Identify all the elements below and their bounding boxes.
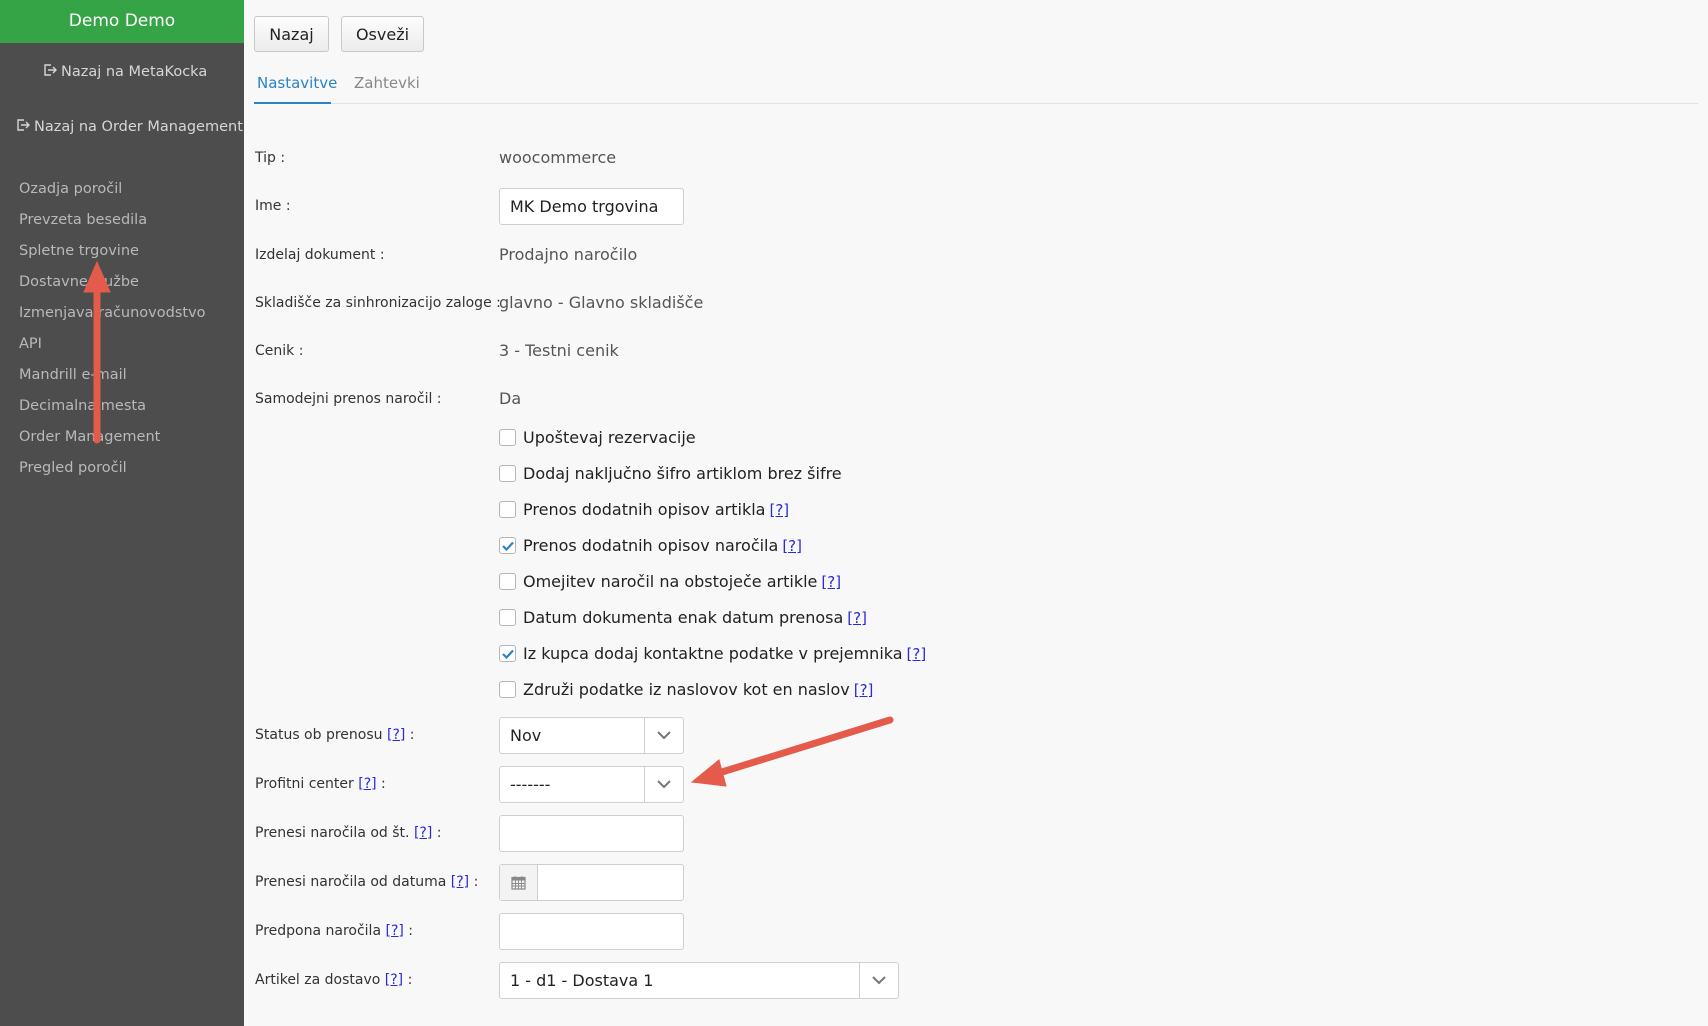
profit-center-select[interactable]: ------- — [499, 766, 684, 803]
sidebar-nav: Ozadja poročil Prevzeta besedila Spletne… — [19, 177, 206, 487]
delivery-item-select-value: 1 - d1 - Dostava 1 — [510, 971, 654, 990]
auto-transfer-value: Da — [499, 389, 522, 408]
sidebar-item-order-management[interactable]: Order Management — [19, 425, 206, 456]
main-content: Nazaj Osveži Nastavitve Zahtevki Tip : w… — [244, 0, 1708, 1026]
chevron-down-icon[interactable] — [644, 767, 683, 802]
active-tab-indicator — [254, 102, 331, 104]
order-prefix-label: Predpona naročila [?] : — [255, 923, 414, 939]
order-from-date-label: Prenesi naročila od datuma [?] : — [255, 874, 479, 890]
calendar-icon[interactable] — [500, 865, 538, 900]
option-checkbox-row[interactable]: Omejitev naročil na obstoječe artikle [?] — [499, 572, 841, 591]
order-from-date-input[interactable] — [499, 864, 684, 901]
order-prefix-input[interactable] — [499, 913, 684, 950]
back-link-label: Nazaj na MetaKocka — [61, 64, 208, 80]
profit-center-label: Profitni center [?] : — [255, 776, 386, 792]
order-from-number-label: Prenesi naročila od št. [?] : — [255, 825, 442, 841]
option-checkbox-row[interactable]: Upoštevaj rezervacije — [499, 428, 696, 447]
sidebar-item-prevzeta-besedila[interactable]: Prevzeta besedila — [19, 208, 206, 239]
checkbox-unchecked[interactable] — [499, 465, 516, 482]
help-link[interactable]: [?] — [782, 537, 802, 555]
tab-zahtevki[interactable]: Zahtevki — [354, 74, 420, 92]
chevron-down-icon[interactable] — [644, 718, 683, 753]
sidebar-item-pregled-porocil[interactable]: Pregled poročil — [19, 456, 206, 487]
pricelist-label: Cenik : — [255, 343, 304, 359]
checkbox-label: Omejitev naročil na obstoječe artikle — [523, 572, 818, 591]
profit-center-select-value: ------- — [510, 775, 551, 794]
sign-out-icon — [43, 63, 57, 77]
help-link[interactable]: [?] — [907, 645, 927, 663]
pricelist-value: 3 - Testni cenik — [499, 341, 619, 360]
checkbox-unchecked[interactable] — [499, 501, 516, 518]
sidebar-item-ozadja-porocil[interactable]: Ozadja poročil — [19, 177, 206, 208]
checkbox-label: Upoštevaj rezervacije — [523, 428, 696, 447]
chevron-down-icon[interactable] — [859, 963, 898, 998]
checkbox-unchecked[interactable] — [499, 429, 516, 446]
checkbox-unchecked[interactable] — [499, 681, 516, 698]
checkbox-label: Iz kupca dodaj kontaktne podatke v preje… — [523, 644, 903, 663]
status-label: Status ob prenosu [?] : — [255, 727, 415, 743]
option-checkbox-row[interactable]: Datum dokumenta enak datum prenosa [?] — [499, 608, 867, 627]
tab-label: Nastavitve — [257, 74, 338, 92]
checkbox-label: Dodaj naključno šifro artiklom brez šifr… — [523, 464, 842, 483]
help-link[interactable]: [?] — [387, 727, 405, 743]
refresh-button[interactable]: Osveži — [341, 16, 424, 52]
help-link[interactable]: [?] — [769, 501, 789, 519]
sidebar-item-dostavne-sluzbe[interactable]: Dostavne službe — [19, 270, 206, 301]
sidebar-header: Demo Demo — [0, 0, 244, 43]
check-icon — [501, 541, 514, 551]
back-button[interactable]: Nazaj — [254, 16, 329, 52]
checkbox-unchecked[interactable] — [499, 609, 516, 626]
tab-nastavitve[interactable]: Nastavitve — [257, 74, 337, 92]
help-link[interactable]: [?] — [847, 609, 867, 627]
delivery-item-label: Artikel za dostavo [?] : — [255, 972, 413, 988]
order-from-number-input[interactable] — [499, 815, 684, 852]
checkbox-checked[interactable] — [499, 645, 516, 662]
document-value: Prodajno naročilo — [499, 245, 638, 264]
sidebar-item-decimalna-mesta[interactable]: Decimalna mesta — [19, 394, 206, 425]
back-link-label: Nazaj na Order Management — [34, 119, 243, 135]
back-to-order-management-link[interactable]: Nazaj na Order Management — [16, 118, 243, 135]
sign-out-icon — [16, 118, 30, 132]
sidebar: Demo Demo Nazaj na MetaKocka Nazaj na Or… — [0, 0, 244, 1026]
tab-label: Zahtevki — [354, 74, 420, 92]
help-link[interactable]: [?] — [451, 874, 469, 890]
sidebar-item-spletne-trgovine[interactable]: Spletne trgovine — [19, 239, 206, 270]
checkbox-unchecked[interactable] — [499, 573, 516, 590]
sidebar-item-mandrill-email[interactable]: Mandrill e-mail — [19, 363, 206, 394]
type-label: Tip : — [255, 150, 286, 166]
warehouse-value: glavno - Glavno skladišče — [499, 293, 704, 312]
checkbox-label: Združi podatke iz naslovov kot en naslov — [523, 680, 850, 699]
option-checkbox-row[interactable]: Iz kupca dodaj kontaktne podatke v preje… — [499, 644, 926, 663]
status-select-value: Nov — [510, 726, 542, 745]
checkbox-label: Prenos dodatnih opisov naročila — [523, 536, 779, 555]
checkbox-label: Datum dokumenta enak datum prenosa — [523, 608, 844, 627]
type-value: woocommerce — [499, 148, 617, 167]
delivery-item-select[interactable]: 1 - d1 - Dostava 1 — [499, 962, 899, 999]
help-link[interactable]: [?] — [385, 923, 403, 939]
sidebar-item-izmenjava-racunovodstvo[interactable]: Izmenjava računovodstvo — [19, 301, 206, 332]
name-label: Ime : — [255, 198, 291, 214]
help-link[interactable]: [?] — [414, 825, 432, 841]
help-link[interactable]: [?] — [821, 573, 841, 591]
back-to-metakocka-link[interactable]: Nazaj na MetaKocka — [43, 63, 207, 80]
document-label: Izdelaj dokument : — [255, 247, 385, 263]
help-link[interactable]: [?] — [385, 972, 403, 988]
help-link[interactable]: [?] — [854, 681, 874, 699]
status-select[interactable]: Nov — [499, 717, 684, 754]
option-checkbox-row[interactable]: Prenos dodatnih opisov naročila [?] — [499, 536, 802, 555]
name-input[interactable]: MK Demo trgovina — [499, 188, 684, 225]
option-checkbox-row[interactable]: Prenos dodatnih opisov artikla [?] — [499, 500, 789, 519]
checkbox-checked[interactable] — [499, 537, 516, 554]
auto-transfer-label: Samodejni prenos naročil : — [255, 391, 442, 407]
option-checkbox-row[interactable]: Dodaj naključno šifro artiklom brez šifr… — [499, 464, 842, 483]
help-link[interactable]: [?] — [358, 776, 376, 792]
tab-bar: Nastavitve Zahtevki — [254, 66, 1698, 104]
check-icon — [501, 649, 514, 659]
sidebar-item-api[interactable]: API — [19, 332, 206, 363]
checkbox-label: Prenos dodatnih opisov artikla — [523, 500, 766, 519]
option-checkbox-row[interactable]: Združi podatke iz naslovov kot en naslov… — [499, 680, 873, 699]
warehouse-label: Skladišče za sinhronizacijo zaloge : — [255, 295, 501, 311]
